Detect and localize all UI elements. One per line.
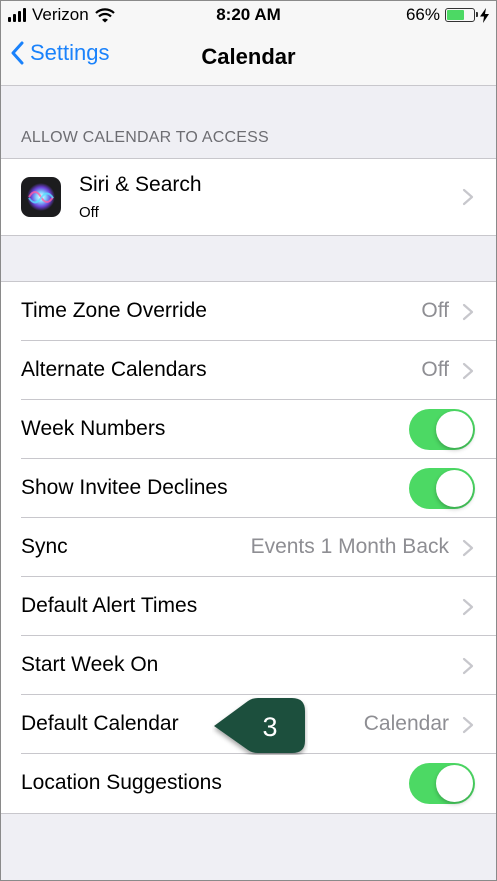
screenshot-border [0, 0, 497, 881]
